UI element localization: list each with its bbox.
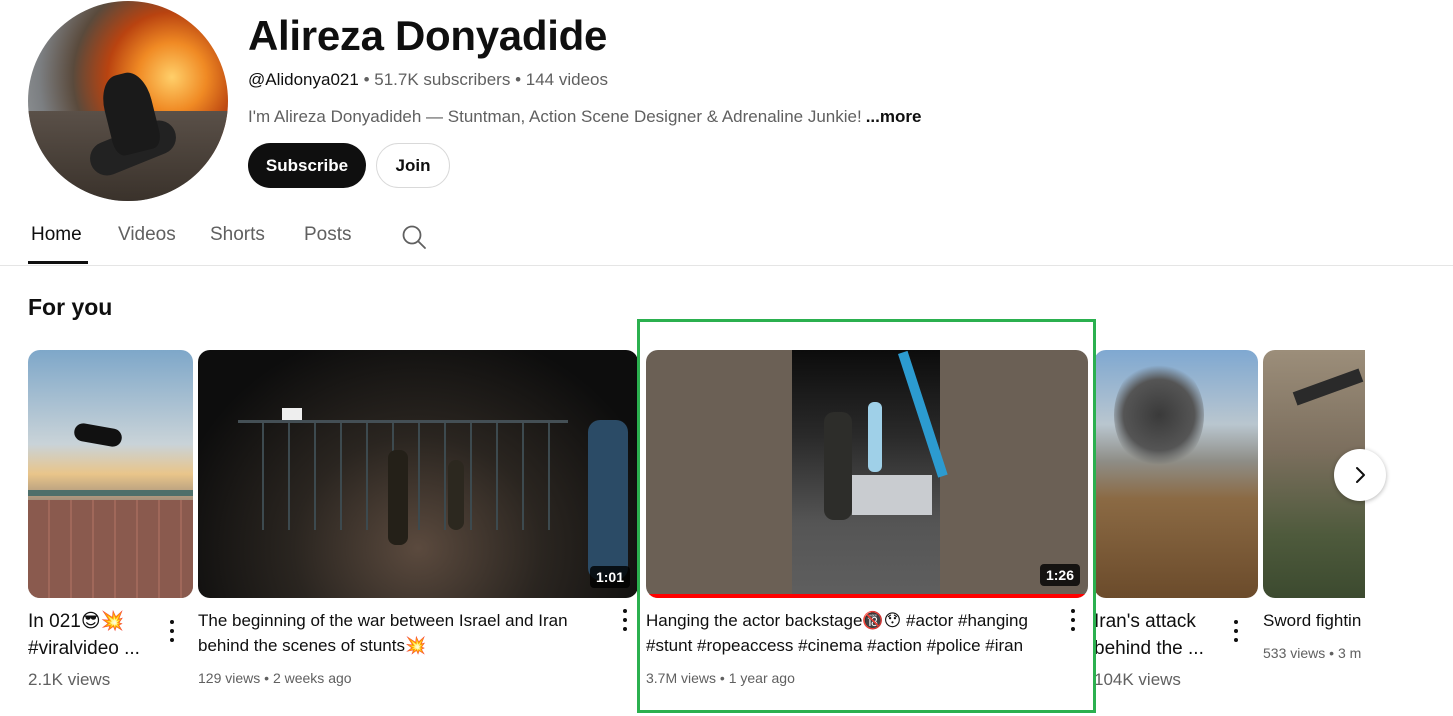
meta-separator: •: [363, 70, 370, 89]
video-views: 129 views: [198, 670, 261, 686]
video-title[interactable]: Hanging the actor backstage🔞😯 #actor #ha…: [646, 608, 1061, 658]
more-vert-icon[interactable]: [1070, 609, 1076, 631]
chevron-right-icon: [1356, 467, 1365, 483]
video-age: 1 year ago: [728, 670, 795, 686]
tab-posts[interactable]: Posts: [304, 224, 352, 246]
video-thumbnail[interactable]: 1:01: [198, 350, 638, 598]
active-tab-indicator: [28, 261, 88, 264]
video-meta: 129 views • 2 weeks ago: [198, 670, 352, 686]
video-views: 104K views: [1094, 670, 1181, 689]
watch-progress-bar: [646, 594, 1088, 598]
subscriber-count: 51.7K subscribers: [374, 70, 511, 89]
tab-videos[interactable]: Videos: [118, 224, 176, 246]
video-title[interactable]: Iran's attack behind the ...: [1094, 608, 1219, 662]
more-vert-icon[interactable]: [169, 620, 175, 642]
video-age: 2 weeks ago: [272, 670, 352, 686]
channel-name: Alireza Donyadide: [248, 12, 607, 59]
description-text: I'm Alireza Donyadideh — Stuntman, Actio…: [248, 107, 862, 126]
join-button[interactable]: Join: [376, 143, 450, 188]
video-title[interactable]: Sword fightin: [1263, 608, 1365, 633]
video-title[interactable]: In 021😎💥 #viralvideo ...: [28, 608, 158, 662]
video-duration: 1:01: [589, 566, 630, 588]
meta-separator: •: [515, 70, 522, 89]
video-thumbnail[interactable]: 1:26: [646, 350, 1088, 598]
subscribe-button[interactable]: Subscribe: [248, 143, 366, 188]
video-thumbnail[interactable]: [28, 350, 193, 598]
tab-home[interactable]: Home: [31, 224, 82, 246]
video-thumbnail[interactable]: [1094, 350, 1258, 598]
channel-tabs: Home Videos Shorts Posts: [0, 208, 1453, 266]
video-title[interactable]: The beginning of the war between Israel …: [198, 608, 608, 658]
video-views: 533 views: [1263, 645, 1326, 661]
section-title: For you: [28, 294, 113, 320]
video-duration: 1:26: [1039, 564, 1080, 586]
channel-avatar: [28, 1, 228, 201]
video-age: 3 m: [1337, 645, 1362, 661]
more-vert-icon[interactable]: [622, 609, 628, 631]
video-meta: 533 views • 3 m: [1263, 645, 1362, 661]
video-views: 2.1K views: [28, 670, 111, 689]
channel-meta: @Alidonya021 • 51.7K subscribers • 144 v…: [248, 70, 608, 90]
carousel-next-button[interactable]: [1334, 449, 1386, 501]
search-icon[interactable]: [401, 224, 427, 250]
video-count: 144 videos: [525, 70, 608, 89]
video-card[interactable]: Sword fightin 533 views • 3 m: [1263, 350, 1365, 700]
channel-handle: @Alidonya021: [248, 70, 359, 89]
channel-description: I'm Alireza Donyadideh — Stuntman, Actio…: [248, 107, 921, 127]
tab-shorts[interactable]: Shorts: [210, 224, 265, 246]
more-vert-icon[interactable]: [1233, 620, 1239, 642]
video-views: 3.7M views: [646, 670, 717, 686]
video-meta: 3.7M views • 1 year ago: [646, 670, 795, 686]
more-link[interactable]: ...more: [866, 107, 922, 126]
